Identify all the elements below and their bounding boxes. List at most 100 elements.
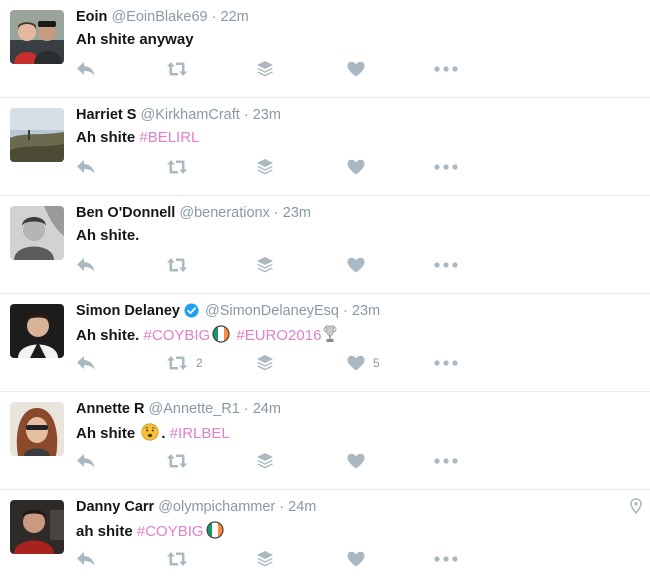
user-handle[interactable]: @SimonDelaneyEsq	[205, 303, 339, 319]
retweet-button[interactable]	[166, 549, 196, 569]
reply-icon	[76, 159, 96, 175]
tweet-text: Ah shite #BELIRL	[76, 129, 199, 146]
more-button[interactable]	[434, 353, 458, 373]
like-button[interactable]: 5	[347, 353, 380, 373]
display-name[interactable]: Harriet S	[76, 107, 136, 123]
avatar[interactable]	[10, 206, 64, 260]
more-icon	[434, 164, 458, 170]
avatar[interactable]	[10, 500, 64, 554]
collection-button[interactable]	[256, 451, 274, 471]
hashtag-link[interactable]: #COYBIG	[144, 327, 211, 344]
reply-button[interactable]	[76, 255, 96, 275]
layers-icon	[256, 354, 274, 372]
like-button[interactable]	[347, 255, 373, 275]
tweet-text-punctuation: .	[161, 425, 166, 442]
tweet[interactable]: Ben O'Donnell @benerationx · 23m Ah shit…	[0, 196, 650, 294]
retweet-button[interactable]	[166, 451, 196, 471]
more-button[interactable]	[434, 451, 458, 471]
separator: ·	[273, 205, 279, 221]
tweet-feed: Eoin @EoinBlake69 · 22m Ah shite anyway	[0, 0, 650, 588]
timestamp[interactable]: 24m	[288, 499, 316, 515]
heart-icon	[347, 355, 365, 371]
worried-face-icon	[141, 423, 159, 441]
tweet-text-body: Ah shite anyway	[76, 31, 194, 48]
tweet-text: Ah shite . #IRLBEL	[76, 423, 230, 442]
user-handle[interactable]: @benerationx	[179, 205, 270, 221]
separator: ·	[279, 499, 285, 515]
retweet-icon	[166, 257, 188, 273]
collection-button[interactable]	[256, 353, 274, 373]
tweet-text: ah shite #COYBIG	[76, 521, 226, 540]
more-button[interactable]	[434, 255, 458, 275]
ireland-flag-icon	[206, 521, 224, 539]
display-name[interactable]: Ben O'Donnell	[76, 205, 175, 221]
avatar[interactable]	[10, 402, 64, 456]
more-button[interactable]	[434, 157, 458, 177]
display-name[interactable]: Simon Delaney	[76, 303, 180, 319]
user-handle[interactable]: @EoinBlake69	[111, 9, 207, 25]
collection-button[interactable]	[256, 255, 274, 275]
hashtag-link[interactable]: #IRLBEL	[170, 425, 230, 442]
heart-icon	[347, 159, 365, 175]
retweet-icon	[166, 159, 188, 175]
tweet-text-body: Ah shite.	[76, 327, 140, 344]
heart-icon	[347, 61, 365, 77]
reply-button[interactable]	[76, 549, 96, 569]
location-pin-icon[interactable]	[630, 498, 642, 514]
reply-button[interactable]	[76, 157, 96, 177]
like-button[interactable]	[347, 157, 373, 177]
like-button[interactable]	[347, 451, 373, 471]
timestamp[interactable]: 23m	[352, 303, 380, 319]
ireland-flag-icon	[212, 325, 230, 343]
timestamp[interactable]: 23m	[253, 107, 281, 123]
tweet[interactable]: Eoin @EoinBlake69 · 22m Ah shite anyway	[0, 0, 650, 98]
display-name[interactable]: Danny Carr	[76, 499, 154, 515]
avatar[interactable]	[10, 108, 64, 162]
user-handle[interactable]: @Annette_R1	[149, 401, 240, 417]
more-button[interactable]	[434, 59, 458, 79]
tweet-text-body: ah shite	[76, 523, 133, 540]
tweet-header: Annette R @Annette_R1 · 24m	[76, 401, 281, 417]
tweet[interactable]: Annette R @Annette_R1 · 24m Ah shite . #…	[0, 392, 650, 490]
more-icon	[434, 262, 458, 268]
tweet[interactable]: Harriet S @KirkhamCraft · 23m Ah shite #…	[0, 98, 650, 196]
tweet[interactable]: Simon Delaney @SimonDelaneyEsq · 23m Ah …	[0, 294, 650, 392]
more-button[interactable]	[434, 549, 458, 569]
hashtag-link[interactable]: #COYBIG	[137, 523, 204, 540]
retweet-button[interactable]	[166, 59, 196, 79]
like-button[interactable]	[347, 59, 373, 79]
retweet-button[interactable]: 2	[166, 353, 203, 373]
collection-button[interactable]	[256, 59, 274, 79]
retweet-button[interactable]	[166, 157, 196, 177]
reply-button[interactable]	[76, 451, 96, 471]
collection-button[interactable]	[256, 157, 274, 177]
layers-icon	[256, 256, 274, 274]
retweet-button[interactable]	[166, 255, 196, 275]
reply-icon	[76, 355, 96, 371]
more-icon	[434, 360, 458, 366]
tweet[interactable]: Danny Carr @olympichammer · 24m ah shite…	[0, 490, 650, 588]
reply-button[interactable]	[76, 59, 96, 79]
timestamp[interactable]: 23m	[283, 205, 311, 221]
avatar[interactable]	[10, 10, 64, 64]
more-icon	[434, 66, 458, 72]
collection-button[interactable]	[256, 549, 274, 569]
display-name[interactable]: Eoin	[76, 9, 107, 25]
retweet-icon	[166, 61, 188, 77]
display-name[interactable]: Annette R	[76, 401, 144, 417]
tweet-header: Simon Delaney @SimonDelaneyEsq · 23m	[76, 303, 380, 319]
timestamp[interactable]: 22m	[221, 9, 249, 25]
like-button[interactable]	[347, 549, 373, 569]
avatar[interactable]	[10, 304, 64, 358]
hashtag-link[interactable]: #EURO2016	[236, 327, 321, 344]
timestamp[interactable]: 24m	[253, 401, 281, 417]
retweet-icon	[166, 453, 188, 469]
user-handle[interactable]: @olympichammer	[158, 499, 275, 515]
heart-icon	[347, 257, 365, 273]
tweet-text: Ah shite.	[76, 227, 139, 244]
tweet-text-body: Ah shite	[76, 129, 136, 146]
user-handle[interactable]: @KirkhamCraft	[140, 107, 239, 123]
heart-icon	[347, 551, 365, 567]
reply-button[interactable]	[76, 353, 96, 373]
hashtag-link[interactable]: #BELIRL	[139, 129, 199, 146]
